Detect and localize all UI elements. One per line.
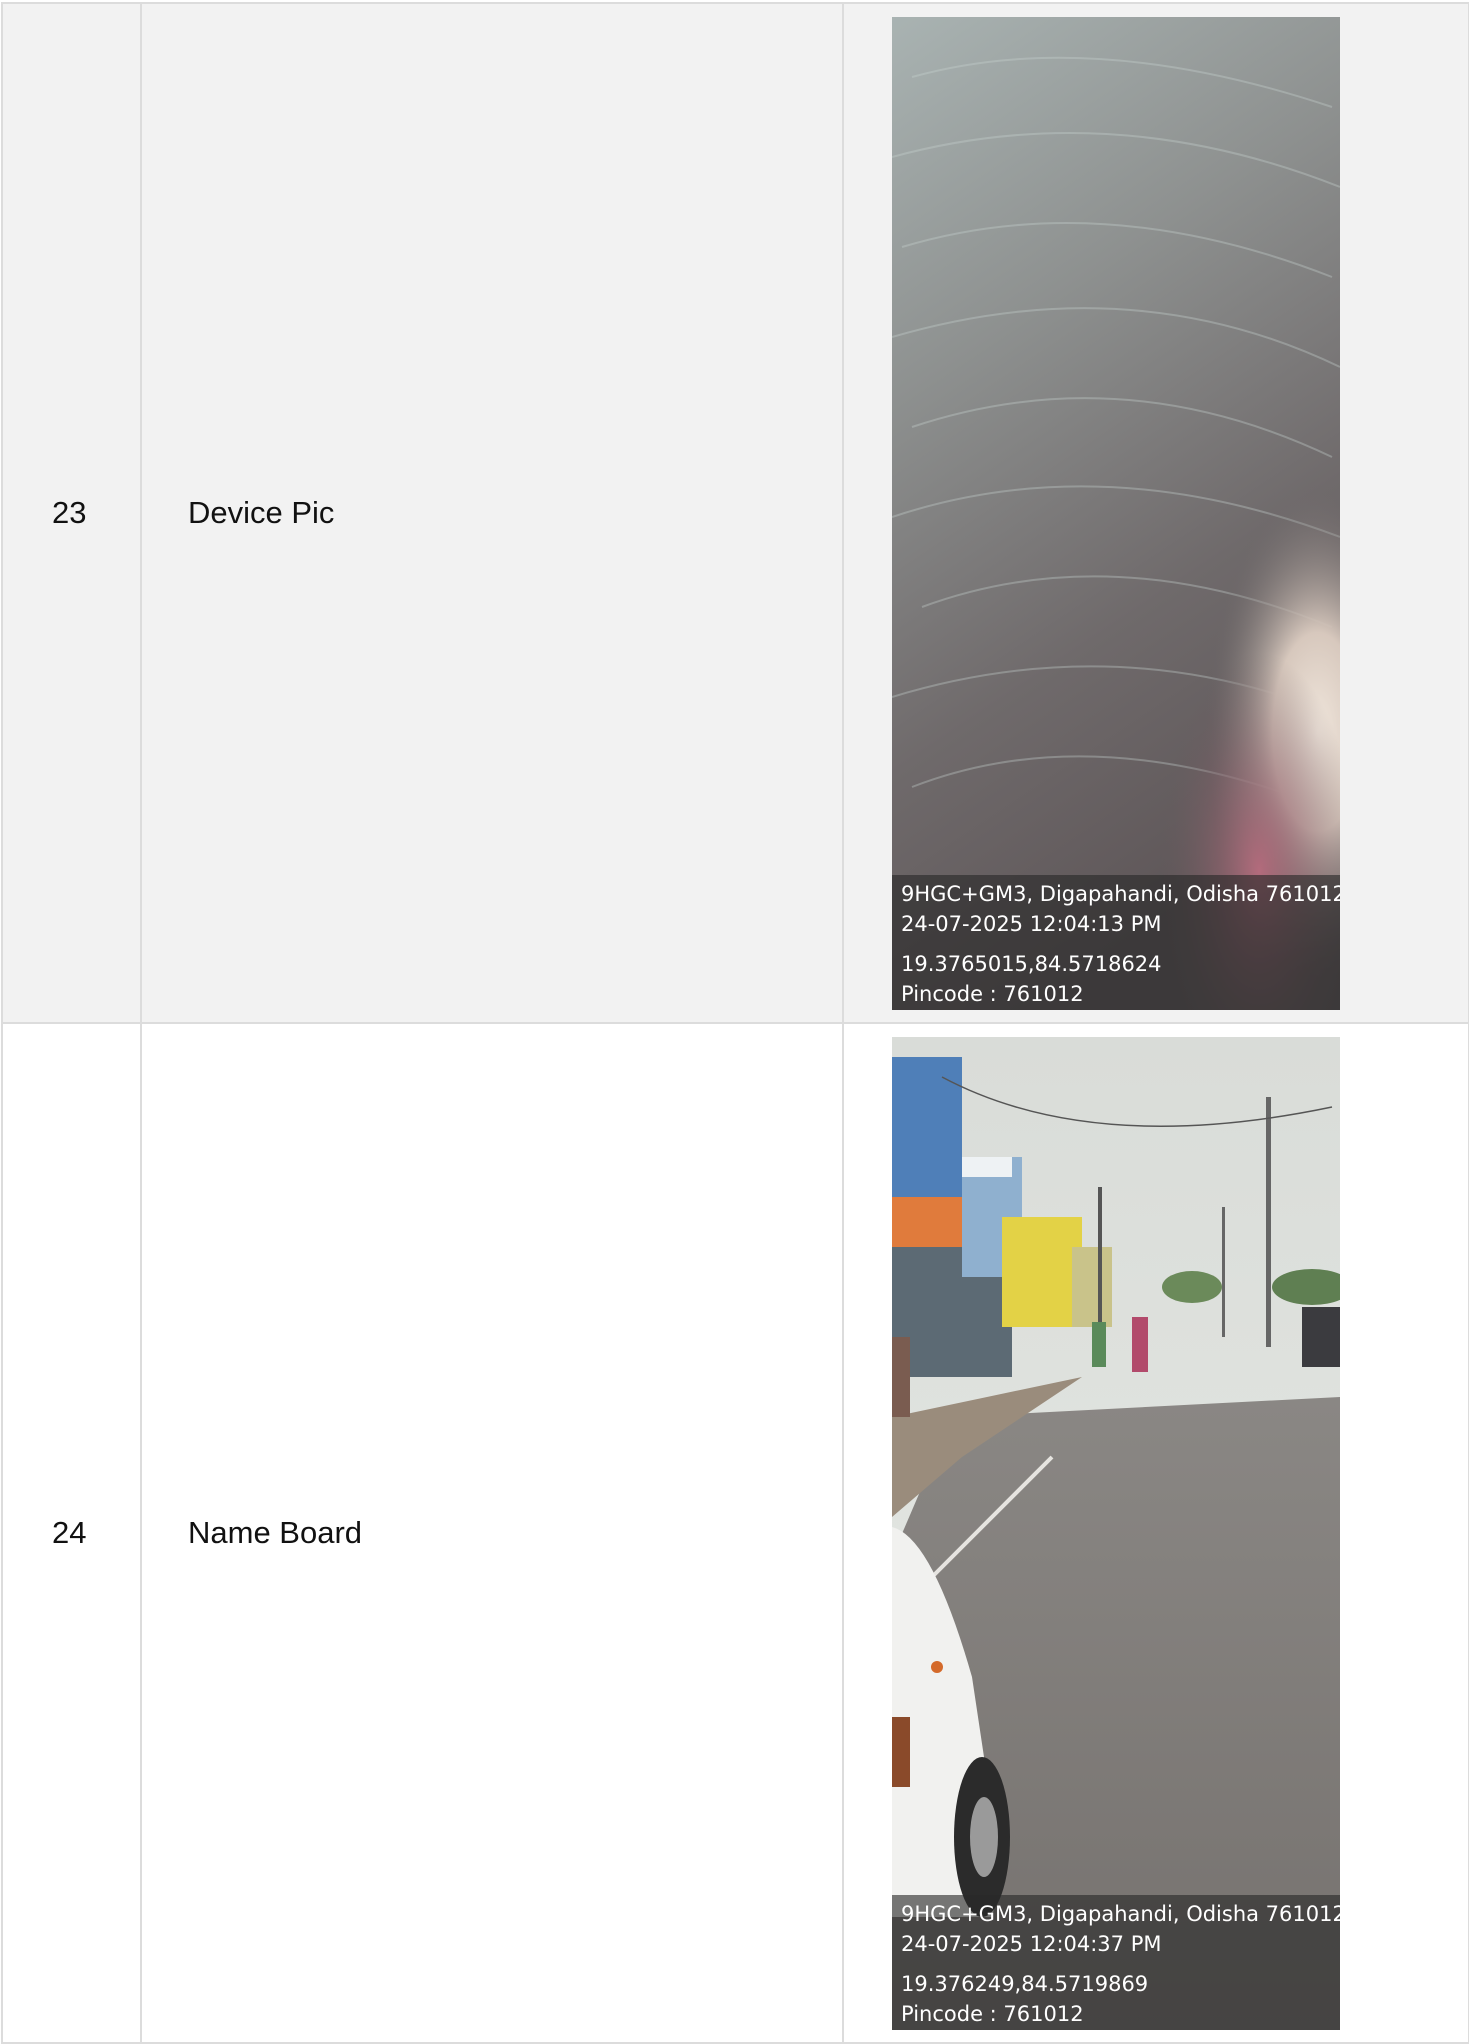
stamp-pincode: Pincode : 761012 bbox=[901, 981, 1084, 1006]
photo-cell: 9HGC+GM3, Digapahandi, Odisha 761012 24-… bbox=[842, 1022, 1469, 2044]
photo-cell: 9HGC+GM3, Digapahandi, Odisha 761012 24-… bbox=[842, 2, 1469, 1024]
device-photo-image bbox=[892, 16, 1340, 1010]
stamp-coords: 19.376249,84.5719869 bbox=[901, 1971, 1149, 1996]
street-photo-image bbox=[892, 1036, 1340, 2030]
stamp-coords: 19.3765015,84.5718624 bbox=[901, 951, 1162, 976]
device-photo[interactable]: 9HGC+GM3, Digapahandi, Odisha 761012 24-… bbox=[892, 16, 1340, 1010]
row-label: Device Pic bbox=[140, 2, 844, 1024]
photo-geo-stamp: 9HGC+GM3, Digapahandi, Odisha 761012 24-… bbox=[892, 1894, 1340, 2030]
photo-geo-stamp: 9HGC+GM3, Digapahandi, Odisha 761012 24-… bbox=[892, 874, 1340, 1010]
stamp-address: 9HGC+GM3, Digapahandi, Odisha 761012 bbox=[901, 881, 1340, 906]
stamp-datetime: 24-07-2025 12:04:13 PM bbox=[901, 911, 1162, 936]
stamp-pincode: Pincode : 761012 bbox=[901, 2001, 1084, 2026]
row-number: 23 bbox=[1, 2, 142, 1024]
table-row: 24 Name Board 9HGC+GM3, Digapahandi, Odi… bbox=[1, 1022, 1469, 2044]
survey-photo-table: 23 Device Pic 9HGC+GM3, Digapahandi, Odi… bbox=[1, 2, 1469, 2044]
stamp-address: 9HGC+GM3, Digapahandi, Odisha 761012 bbox=[901, 1901, 1340, 1926]
table-row: 23 Device Pic 9HGC+GM3, Digapahandi, Odi… bbox=[1, 2, 1469, 1024]
row-label: Name Board bbox=[140, 1022, 844, 2044]
row-number: 24 bbox=[1, 1022, 142, 2044]
stamp-datetime: 24-07-2025 12:04:37 PM bbox=[901, 1931, 1162, 1956]
street-photo[interactable]: 9HGC+GM3, Digapahandi, Odisha 761012 24-… bbox=[892, 1036, 1340, 2030]
